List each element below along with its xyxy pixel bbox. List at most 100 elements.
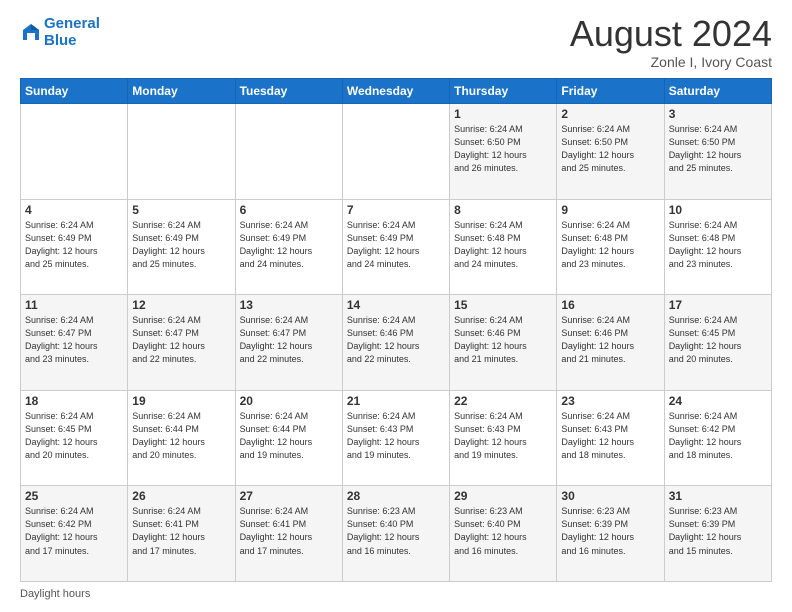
day-number: 29 (454, 489, 552, 503)
calendar-week-row: 1 Sunrise: 6:24 AM Sunset: 6:50 PM Daylig… (21, 104, 772, 200)
calendar-cell: 10 Sunrise: 6:24 AM Sunset: 6:48 PM Dayli… (664, 199, 771, 295)
calendar-cell: 21Sunrise: 6:24 AM Sunset: 6:43 PM Dayli… (342, 390, 449, 486)
calendar-day-header: Friday (557, 79, 664, 104)
day-info: Sunrise: 6:24 AM Sunset: 6:49 PM Dayligh… (240, 219, 338, 271)
day-info: Sunrise: 6:24 AM Sunset: 6:50 PM Dayligh… (454, 123, 552, 175)
calendar-cell (21, 104, 128, 200)
day-number: 15 (454, 298, 552, 312)
calendar-cell: 17Sunrise: 6:24 AM Sunset: 6:45 PM Dayli… (664, 295, 771, 391)
day-number: 18 (25, 394, 123, 408)
day-info: Sunrise: 6:24 AM Sunset: 6:42 PM Dayligh… (669, 410, 767, 462)
day-info: Sunrise: 6:24 AM Sunset: 6:44 PM Dayligh… (132, 410, 230, 462)
day-info: Sunrise: 6:24 AM Sunset: 6:45 PM Dayligh… (25, 410, 123, 462)
calendar-cell: 30Sunrise: 6:23 AM Sunset: 6:39 PM Dayli… (557, 486, 664, 582)
calendar-cell: 12 Sunrise: 6:24 AM Sunset: 6:47 PM Dayli… (128, 295, 235, 391)
calendar-cell: 26 Sunrise: 6:24 AM Sunset: 6:41 PM Dayli… (128, 486, 235, 582)
day-info: Sunrise: 6:24 AM Sunset: 6:49 PM Dayligh… (132, 219, 230, 271)
day-info: Sunrise: 6:23 AM Sunset: 6:40 PM Dayligh… (454, 505, 552, 557)
calendar-cell: 19 Sunrise: 6:24 AM Sunset: 6:44 PM Dayli… (128, 390, 235, 486)
logo-text: General Blue (44, 16, 100, 49)
day-number: 14 (347, 298, 445, 312)
calendar-cell (128, 104, 235, 200)
calendar-cell: 9 Sunrise: 6:24 AM Sunset: 6:48 PM Daylig… (557, 199, 664, 295)
calendar-cell: 22 Sunrise: 6:24 AM Sunset: 6:43 PM Dayli… (450, 390, 557, 486)
day-info: Sunrise: 6:24 AM Sunset: 6:48 PM Dayligh… (454, 219, 552, 271)
calendar-cell (235, 104, 342, 200)
day-number: 31 (669, 489, 767, 503)
calendar-cell: 20 Sunrise: 6:24 AM Sunset: 6:44 PM Dayli… (235, 390, 342, 486)
calendar-cell: 2Sunrise: 6:24 AM Sunset: 6:50 PM Daylig… (557, 104, 664, 200)
calendar-cell: 29 Sunrise: 6:23 AM Sunset: 6:40 PM Dayli… (450, 486, 557, 582)
logo: General Blue (20, 16, 100, 49)
day-number: 13 (240, 298, 338, 312)
calendar-day-header: Monday (128, 79, 235, 104)
day-number: 21 (347, 394, 445, 408)
calendar-header-row: SundayMondayTuesdayWednesdayThursdayFrid… (21, 79, 772, 104)
day-number: 22 (454, 394, 552, 408)
day-number: 20 (240, 394, 338, 408)
day-number: 7 (347, 203, 445, 217)
day-number: 11 (25, 298, 123, 312)
header: General Blue August 2024 Zonle I, Ivory … (20, 16, 772, 70)
calendar-day-header: Thursday (450, 79, 557, 104)
calendar-cell (342, 104, 449, 200)
calendar-day-header: Sunday (21, 79, 128, 104)
calendar-cell: 16Sunrise: 6:24 AM Sunset: 6:46 PM Dayli… (557, 295, 664, 391)
calendar-cell: 3Sunrise: 6:24 AM Sunset: 6:50 PM Daylig… (664, 104, 771, 200)
day-info: Sunrise: 6:24 AM Sunset: 6:43 PM Dayligh… (454, 410, 552, 462)
location: Zonle I, Ivory Coast (570, 54, 772, 70)
day-number: 8 (454, 203, 552, 217)
day-info: Sunrise: 6:24 AM Sunset: 6:47 PM Dayligh… (25, 314, 123, 366)
day-number: 10 (669, 203, 767, 217)
day-info: Sunrise: 6:24 AM Sunset: 6:46 PM Dayligh… (347, 314, 445, 366)
calendar-cell: 7 Sunrise: 6:24 AM Sunset: 6:49 PM Daylig… (342, 199, 449, 295)
calendar-day-header: Tuesday (235, 79, 342, 104)
calendar-week-row: 25Sunrise: 6:24 AM Sunset: 6:42 PM Dayli… (21, 486, 772, 582)
day-info: Sunrise: 6:24 AM Sunset: 6:42 PM Dayligh… (25, 505, 123, 557)
day-number: 19 (132, 394, 230, 408)
day-number: 26 (132, 489, 230, 503)
calendar-cell: 8 Sunrise: 6:24 AM Sunset: 6:48 PM Daylig… (450, 199, 557, 295)
day-info: Sunrise: 6:24 AM Sunset: 6:49 PM Dayligh… (347, 219, 445, 271)
day-number: 5 (132, 203, 230, 217)
day-info: Sunrise: 6:24 AM Sunset: 6:50 PM Dayligh… (561, 123, 659, 175)
calendar-cell: 5 Sunrise: 6:24 AM Sunset: 6:49 PM Daylig… (128, 199, 235, 295)
day-number: 16 (561, 298, 659, 312)
day-info: Sunrise: 6:24 AM Sunset: 6:41 PM Dayligh… (132, 505, 230, 557)
calendar-week-row: 18 Sunrise: 6:24 AM Sunset: 6:45 PM Dayli… (21, 390, 772, 486)
day-info: Sunrise: 6:24 AM Sunset: 6:43 PM Dayligh… (561, 410, 659, 462)
day-number: 9 (561, 203, 659, 217)
day-info: Sunrise: 6:23 AM Sunset: 6:39 PM Dayligh… (561, 505, 659, 557)
calendar-table: SundayMondayTuesdayWednesdayThursdayFrid… (20, 78, 772, 582)
day-number: 1 (454, 107, 552, 121)
day-info: Sunrise: 6:24 AM Sunset: 6:47 PM Dayligh… (240, 314, 338, 366)
day-number: 23 (561, 394, 659, 408)
day-info: Sunrise: 6:23 AM Sunset: 6:39 PM Dayligh… (669, 505, 767, 557)
month-title: August 2024 (570, 16, 772, 52)
calendar-cell: 27 Sunrise: 6:24 AM Sunset: 6:41 PM Dayli… (235, 486, 342, 582)
day-number: 28 (347, 489, 445, 503)
daylight-hours-label: Daylight hours (20, 588, 90, 600)
calendar-cell: 15 Sunrise: 6:24 AM Sunset: 6:46 PM Dayli… (450, 295, 557, 391)
calendar-cell: 25Sunrise: 6:24 AM Sunset: 6:42 PM Dayli… (21, 486, 128, 582)
day-info: Sunrise: 6:24 AM Sunset: 6:50 PM Dayligh… (669, 123, 767, 175)
footer: Daylight hours (20, 588, 772, 600)
day-number: 17 (669, 298, 767, 312)
day-info: Sunrise: 6:23 AM Sunset: 6:40 PM Dayligh… (347, 505, 445, 557)
day-info: Sunrise: 6:24 AM Sunset: 6:46 PM Dayligh… (454, 314, 552, 366)
day-info: Sunrise: 6:24 AM Sunset: 6:44 PM Dayligh… (240, 410, 338, 462)
logo-icon (20, 22, 42, 44)
day-number: 12 (132, 298, 230, 312)
day-info: Sunrise: 6:24 AM Sunset: 6:41 PM Dayligh… (240, 505, 338, 557)
logo-general: General (44, 15, 100, 32)
calendar-cell: 14 Sunrise: 6:24 AM Sunset: 6:46 PM Dayli… (342, 295, 449, 391)
day-number: 24 (669, 394, 767, 408)
day-number: 4 (25, 203, 123, 217)
day-info: Sunrise: 6:24 AM Sunset: 6:48 PM Dayligh… (669, 219, 767, 271)
calendar-week-row: 11 Sunrise: 6:24 AM Sunset: 6:47 PM Dayli… (21, 295, 772, 391)
calendar-week-row: 4 Sunrise: 6:24 AM Sunset: 6:49 PM Daylig… (21, 199, 772, 295)
day-info: Sunrise: 6:24 AM Sunset: 6:48 PM Dayligh… (561, 219, 659, 271)
day-number: 27 (240, 489, 338, 503)
calendar-cell: 6Sunrise: 6:24 AM Sunset: 6:49 PM Daylig… (235, 199, 342, 295)
day-info: Sunrise: 6:24 AM Sunset: 6:47 PM Dayligh… (132, 314, 230, 366)
